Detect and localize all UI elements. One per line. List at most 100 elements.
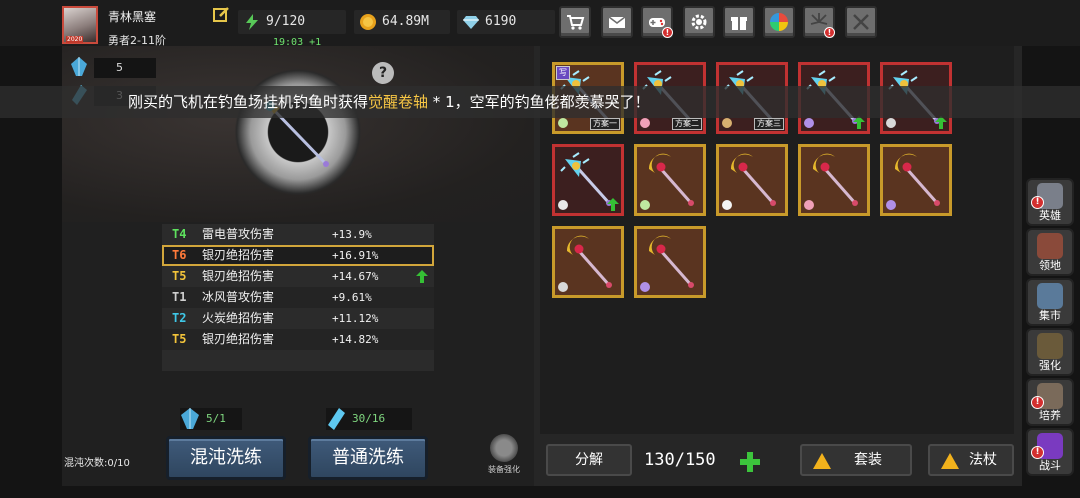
- nav-label: 集市: [1039, 309, 1061, 322]
- upgrade-arrow-icon: [607, 198, 619, 211]
- equipment-enhance-button[interactable]: 装备强化: [482, 434, 526, 484]
- inventory-capacity: 130/150: [644, 450, 716, 470]
- warning-triangle-icon: [813, 453, 831, 469]
- nav-hero-button[interactable]: 英雄!: [1026, 178, 1074, 226]
- rose-icon: [640, 118, 650, 128]
- affix-name: 冰风普攻伤害: [202, 290, 275, 304]
- nav-cultivate-button[interactable]: 培养!: [1026, 378, 1074, 426]
- affix-row[interactable]: T4 雷电普攻伤害 +13.9%: [162, 224, 434, 245]
- affix-value: +14.82%: [332, 333, 379, 346]
- help-icon[interactable]: ?: [372, 62, 394, 84]
- nav-label: 领地: [1039, 259, 1061, 272]
- settings-button[interactable]: [683, 6, 715, 38]
- gift-icon: [731, 17, 747, 30]
- loadout-tag: 方案一: [590, 118, 620, 130]
- chaos-cost: 5/1: [180, 408, 242, 430]
- diamond-icon: [463, 16, 479, 29]
- nav-territory-button[interactable]: 领地: [1026, 228, 1074, 276]
- affix-row[interactable]: T1 冰风普攻伤害 +9.61%: [162, 287, 434, 308]
- player-avatar[interactable]: 2020: [62, 6, 98, 44]
- inventory-slot[interactable]: [716, 144, 788, 216]
- upgrade-arrow-icon: [416, 270, 428, 283]
- inventory-slot[interactable]: [552, 144, 624, 216]
- player-name: 青林黑塞: [108, 10, 157, 24]
- leaf-icon: [640, 200, 650, 210]
- affix-value: +13.9%: [332, 228, 372, 241]
- mail-button[interactable]: [601, 6, 633, 38]
- affix-value: +16.91%: [332, 249, 379, 262]
- blue-crystal-icon: [71, 57, 87, 76]
- gold-value: 64.89M: [382, 14, 429, 29]
- cart-icon: [567, 15, 585, 30]
- gift-button[interactable]: [723, 6, 755, 38]
- activity-button[interactable]: !: [641, 6, 673, 38]
- enhance-icon: [490, 434, 518, 462]
- blade-icon: [640, 282, 650, 292]
- loadout-tag: 方案二: [672, 118, 702, 130]
- affix-name: 火炭绝招伤害: [202, 311, 275, 325]
- set-filter-label: 套装: [854, 452, 882, 468]
- toast-item: 觉醒卷轴: [368, 93, 429, 111]
- nav-market-button[interactable]: 集市: [1026, 278, 1074, 326]
- energy-icon: [246, 14, 258, 30]
- decompose-button[interactable]: 分解: [546, 444, 632, 476]
- set-filter-button[interactable]: 套装: [800, 444, 912, 476]
- shop-button[interactable]: [559, 6, 591, 38]
- nav-enhance-button[interactable]: 强化: [1026, 328, 1074, 376]
- notification-badge: !: [1031, 446, 1044, 459]
- gear-icon: [691, 14, 707, 30]
- affix-tier: T5: [172, 332, 187, 346]
- energy-value: 9/120: [266, 14, 306, 29]
- normal-refine-button[interactable]: 普通洗练: [308, 436, 428, 480]
- chaos-refine-button[interactable]: 混沌洗练: [166, 436, 286, 480]
- toast-prefix: 刚买的飞机在钓鱼场挂机钓鱼时获得: [128, 93, 369, 111]
- rose-icon: [804, 200, 814, 210]
- affix-name: 银刃绝招伤害: [202, 248, 275, 262]
- inventory-slot[interactable]: [880, 144, 952, 216]
- affix-value: +9.61%: [332, 291, 372, 304]
- inventory-slot[interactable]: [634, 144, 706, 216]
- territory-icon: [1037, 233, 1063, 259]
- nav-label: 战斗: [1039, 459, 1061, 472]
- event-button[interactable]: !: [803, 6, 835, 38]
- warning-triangle-icon: [941, 453, 959, 469]
- affix-row-empty: [162, 350, 434, 371]
- affix-tier: T6: [172, 248, 187, 262]
- affix-row[interactable]: T5 银刃绝招伤害 +14.67%: [162, 266, 434, 287]
- side-navigation: 英雄! 领地 集市 强化 培养! 战斗!: [1026, 178, 1076, 478]
- affix-row[interactable]: T6 银刃绝招伤害 +16.91%: [162, 245, 434, 266]
- toast-suffix: * 1，空军的钓鱼佬都羡慕哭了！: [428, 93, 650, 111]
- affix-row[interactable]: T2 火炭绝招伤害 +11.12%: [162, 308, 434, 329]
- enhance-label: 装备强化: [488, 465, 520, 474]
- tower-icon: [722, 118, 732, 128]
- gold-display: 64.89M: [354, 10, 450, 34]
- mail-icon: [608, 16, 626, 28]
- crossed-swords-icon: [853, 14, 869, 30]
- skull-icon: [722, 200, 732, 210]
- affix-name: 雷电普攻伤害: [202, 227, 275, 241]
- affix-name: 银刃绝招伤害: [202, 269, 275, 283]
- staff-filter-button[interactable]: 法杖: [928, 444, 1014, 476]
- affix-tier: T2: [172, 311, 187, 325]
- gems-display: 6190: [457, 10, 555, 34]
- edit-icon[interactable]: [213, 6, 230, 23]
- avatar-tag: 2020: [66, 36, 84, 43]
- gold-coin-icon: [360, 14, 376, 30]
- blue-crystal-count: 5: [94, 58, 156, 78]
- inventory-slot[interactable]: [798, 144, 870, 216]
- gems-value: 6190: [485, 14, 517, 29]
- inventory-slot[interactable]: [552, 226, 624, 298]
- notification-badge: !: [662, 27, 673, 38]
- color-wheel-button[interactable]: [763, 6, 795, 38]
- affix-value: +14.67%: [332, 270, 379, 283]
- expand-capacity-icon[interactable]: [738, 450, 762, 474]
- affix-value: +11.12%: [332, 312, 379, 325]
- chaos-cost-value: 5/1: [206, 412, 226, 425]
- affix-row[interactable]: T5 银刃绝招伤害 +14.82%: [162, 329, 434, 350]
- affix-list: T4 雷电普攻伤害 +13.9% T6 银刃绝招伤害 +16.91% T5 银刃绝招伤害 +14…: [162, 224, 434, 374]
- battle-pass-button[interactable]: [845, 6, 877, 38]
- inventory-slot[interactable]: [634, 226, 706, 298]
- notification-badge: !: [1031, 196, 1044, 209]
- leaf-icon: [558, 118, 568, 128]
- nav-battle-button[interactable]: 战斗!: [1026, 428, 1074, 476]
